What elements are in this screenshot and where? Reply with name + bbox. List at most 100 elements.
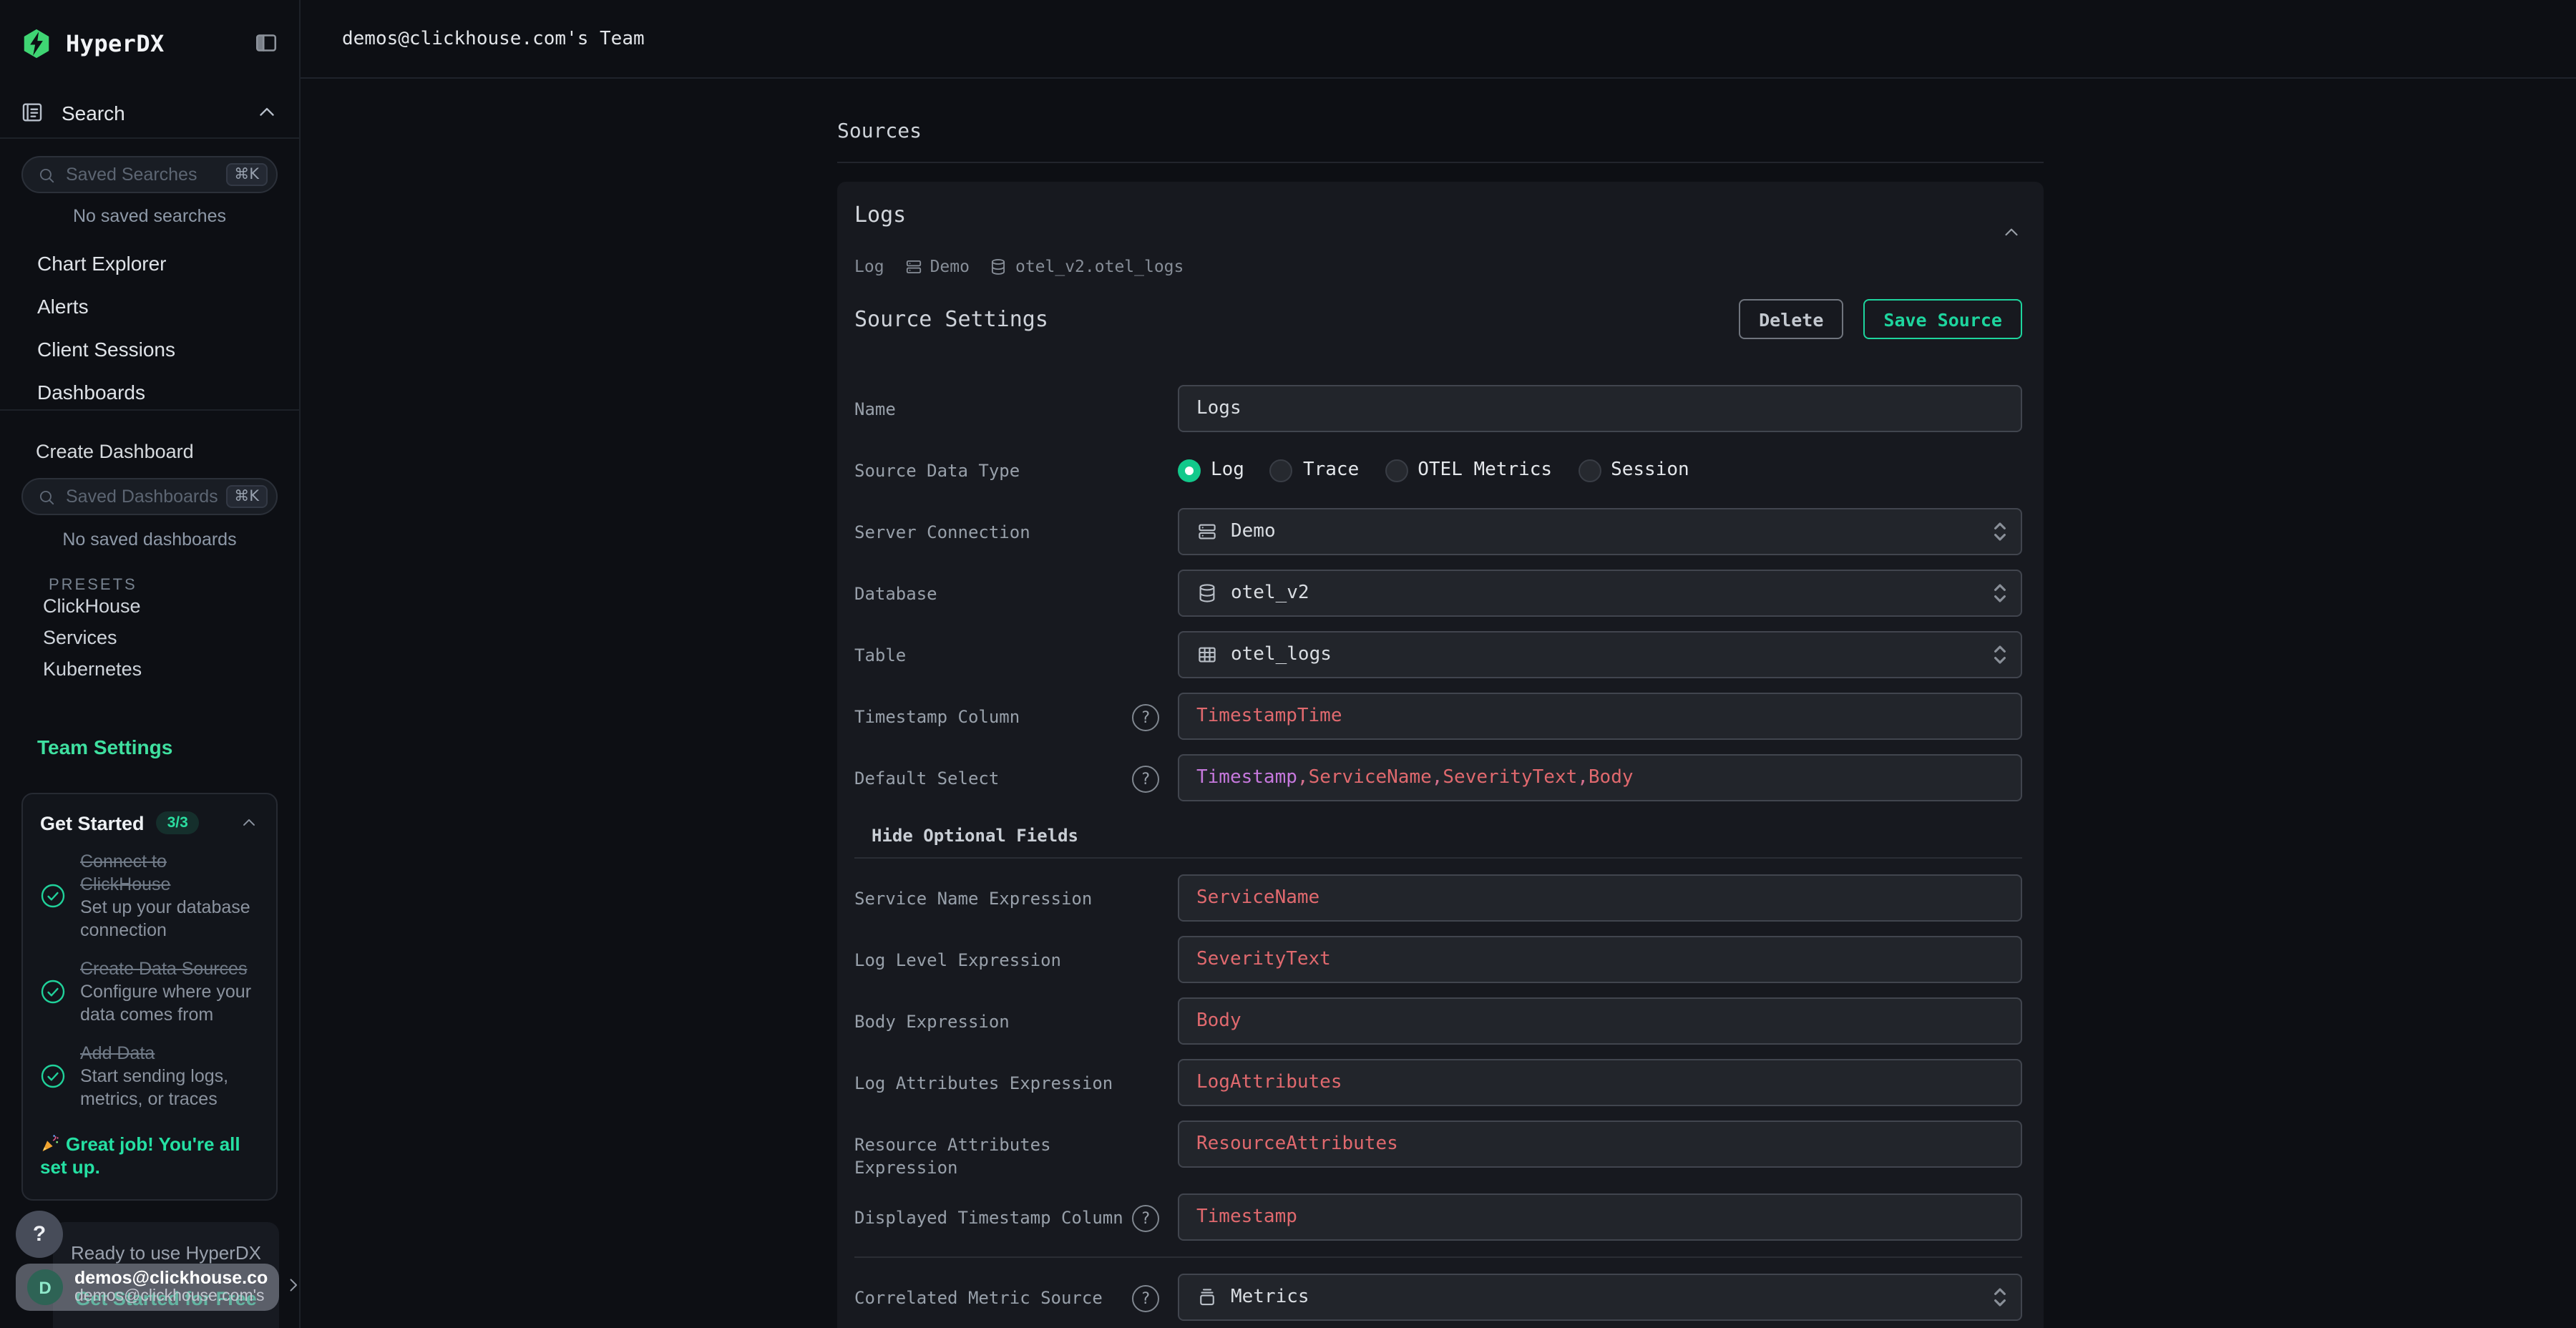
code-token: ServiceName <box>1196 887 1319 909</box>
help-icon[interactable]: ? <box>1132 704 1159 731</box>
code-token: ResourceAttributes <box>1196 1133 1398 1155</box>
user-team: demos@clickhouse.com's <box>74 1288 268 1307</box>
server-connection-select[interactable]: Demo <box>1178 508 2022 555</box>
select-chevrons-icon <box>1992 643 2008 667</box>
code-token: LogAttributes <box>1196 1072 1342 1093</box>
select-chevrons-icon <box>1992 1285 2008 1309</box>
radio-option-otel-metrics[interactable]: OTEL Metrics <box>1385 459 1552 482</box>
preset-list: ClickHouseServicesKubernetes <box>0 590 299 684</box>
sidebar-item-client-sessions[interactable]: Client Sessions <box>0 321 299 363</box>
help-label: ? <box>33 1222 46 1246</box>
radio-option-trace[interactable]: Trace <box>1270 459 1359 482</box>
check-circle-icon <box>40 883 66 909</box>
displayed-timestamp-column-input[interactable]: Timestamp <box>1178 1193 2022 1241</box>
sidebar-item-label: Client Sessions <box>37 324 361 360</box>
field-label: Resource Attributes Expression <box>854 1135 1051 1178</box>
radio-unselected-icon[interactable] <box>1385 459 1407 482</box>
collapse-card-icon[interactable] <box>2001 222 2022 243</box>
sidebar-item-label: Alerts <box>37 281 361 317</box>
user-menu[interactable]: D demos@clickhouse.com demos@clickhouse.… <box>16 1264 279 1311</box>
source-meta-item: otel_v2.otel_logs <box>990 256 1184 276</box>
help-button[interactable]: ? <box>16 1211 63 1258</box>
sidebar-item-team-settings[interactable]: Team Settings <box>0 718 299 761</box>
code-token: Logs <box>1196 398 1241 419</box>
divider <box>0 409 299 411</box>
radio-label: Log <box>1211 459 1244 481</box>
code-token: , <box>1577 767 1589 788</box>
presets-toggle[interactable]: PRESETS <box>0 567 299 590</box>
radio-selected-icon[interactable] <box>1178 459 1201 482</box>
get-started-item: Create Data Sources Configure where your… <box>40 957 259 1026</box>
get-started-item-title[interactable]: Add Data <box>80 1042 259 1065</box>
field-row-database: Database otel_v2 <box>854 570 2022 617</box>
body-expression-input[interactable]: Body <box>1178 997 2022 1045</box>
radio-option-session[interactable]: Session <box>1578 459 1689 482</box>
field-label: Default Select <box>854 768 999 788</box>
sidebar-item-dashboards[interactable]: Dashboards <box>0 363 299 406</box>
chevron-up-icon[interactable] <box>255 100 279 125</box>
database-select[interactable]: otel_v2 <box>1178 570 2022 617</box>
delete-button[interactable]: Delete <box>1739 299 1843 339</box>
help-icon[interactable]: ? <box>1132 1285 1159 1312</box>
database-icon <box>1196 582 1218 604</box>
radio-unselected-icon[interactable] <box>1270 459 1293 482</box>
get-started-item-title[interactable]: Create Data Sources <box>80 957 259 980</box>
code-token: , <box>1432 767 1443 788</box>
topbar: demos@clickhouse.com's Team <box>301 0 2576 79</box>
field-label: Table <box>854 645 906 665</box>
log-attributes-expression-input[interactable]: LogAttributes <box>1178 1059 2022 1106</box>
preset-item-services[interactable]: Services <box>0 621 299 653</box>
source-meta-item: Demo <box>904 256 970 276</box>
select-chevrons-icon <box>1992 519 2008 544</box>
field-row-source-data-type: Source Data Type Log Trace OTEL Metrics … <box>854 446 2022 494</box>
no-saved-searches-text: No saved searches <box>0 206 299 226</box>
collapse-sidebar-icon[interactable] <box>253 30 279 56</box>
app-title: HyperDX <box>66 29 165 57</box>
field-row-default-select: Default Select? Timestamp,ServiceName,Sev… <box>854 754 2022 801</box>
sidebar-section-search[interactable]: Search <box>0 87 299 137</box>
default-select-input[interactable]: Timestamp,ServiceName,SeverityText,Body <box>1178 754 2022 801</box>
get-started-item-title[interactable]: Connect to ClickHouse <box>80 850 259 896</box>
table-select[interactable]: otel_logs <box>1178 631 2022 678</box>
create-dashboard-button[interactable]: Create Dashboard <box>0 424 299 467</box>
chevron-right-icon[interactable] <box>283 1275 303 1295</box>
divider <box>854 857 2022 859</box>
timestamp-column-input[interactable]: TimestampTime <box>1178 693 2022 740</box>
code-token: Timestamp <box>1196 1206 1297 1228</box>
sidebar-item-alerts[interactable]: Alerts <box>0 278 299 321</box>
resource-attributes-expression-input[interactable]: ResourceAttributes <box>1178 1120 2022 1168</box>
radio-option-log[interactable]: Log <box>1178 459 1244 482</box>
radio-unselected-icon[interactable] <box>1578 459 1601 482</box>
field-label: Server Connection <box>854 522 1030 542</box>
source-title: Logs <box>854 202 906 228</box>
get-started-item-desc: Configure where your data comes from <box>80 980 259 1026</box>
name-input[interactable]: Logs <box>1178 385 2022 432</box>
field-row-log-attributes-expression: Log Attributes ExpressionLogAttributes <box>854 1059 2022 1106</box>
source-meta-text: Demo <box>930 256 970 276</box>
chevron-up-icon[interactable] <box>239 813 259 833</box>
get-started-header[interactable]: Get Started 3/3 <box>40 811 259 834</box>
code-token: , <box>1297 767 1309 788</box>
service-name-expression-input[interactable]: ServiceName <box>1178 874 2022 922</box>
field-label: Body Expression <box>854 1012 1010 1032</box>
code-token: SeverityText <box>1443 767 1577 788</box>
kbd-shortcut: ⌘K <box>225 485 268 508</box>
field-label: Service Name Expression <box>854 889 1092 909</box>
saved-searches-input[interactable]: Saved Searches ⌘K <box>21 156 278 193</box>
code-token: Timestamp <box>1196 767 1297 788</box>
field-row-name: NameLogs <box>854 385 2022 432</box>
radio-label: Session <box>1611 459 1689 481</box>
select-chevrons-icon <box>1992 581 2008 605</box>
select-value: Metrics <box>1231 1286 1309 1308</box>
server-icon <box>1196 521 1218 542</box>
hide-optional-fields-toggle[interactable]: Hide Optional Fields <box>872 826 2022 846</box>
help-icon[interactable]: ? <box>1132 766 1159 793</box>
save-source-button[interactable]: Save Source <box>1863 299 2022 339</box>
log-level-expression-input[interactable]: SeverityText <box>1178 936 2022 983</box>
hyperdx-logo-icon <box>20 26 53 59</box>
saved-dashboards-input[interactable]: Saved Dashboards ⌘K <box>21 478 278 515</box>
preset-item-kubernetes[interactable]: Kubernetes <box>0 653 299 684</box>
help-icon[interactable]: ? <box>1132 1205 1159 1232</box>
sidebar-item-chart-explorer[interactable]: Chart Explorer <box>0 235 299 278</box>
correlated-metric-source-select[interactable]: Metrics <box>1178 1274 2022 1321</box>
